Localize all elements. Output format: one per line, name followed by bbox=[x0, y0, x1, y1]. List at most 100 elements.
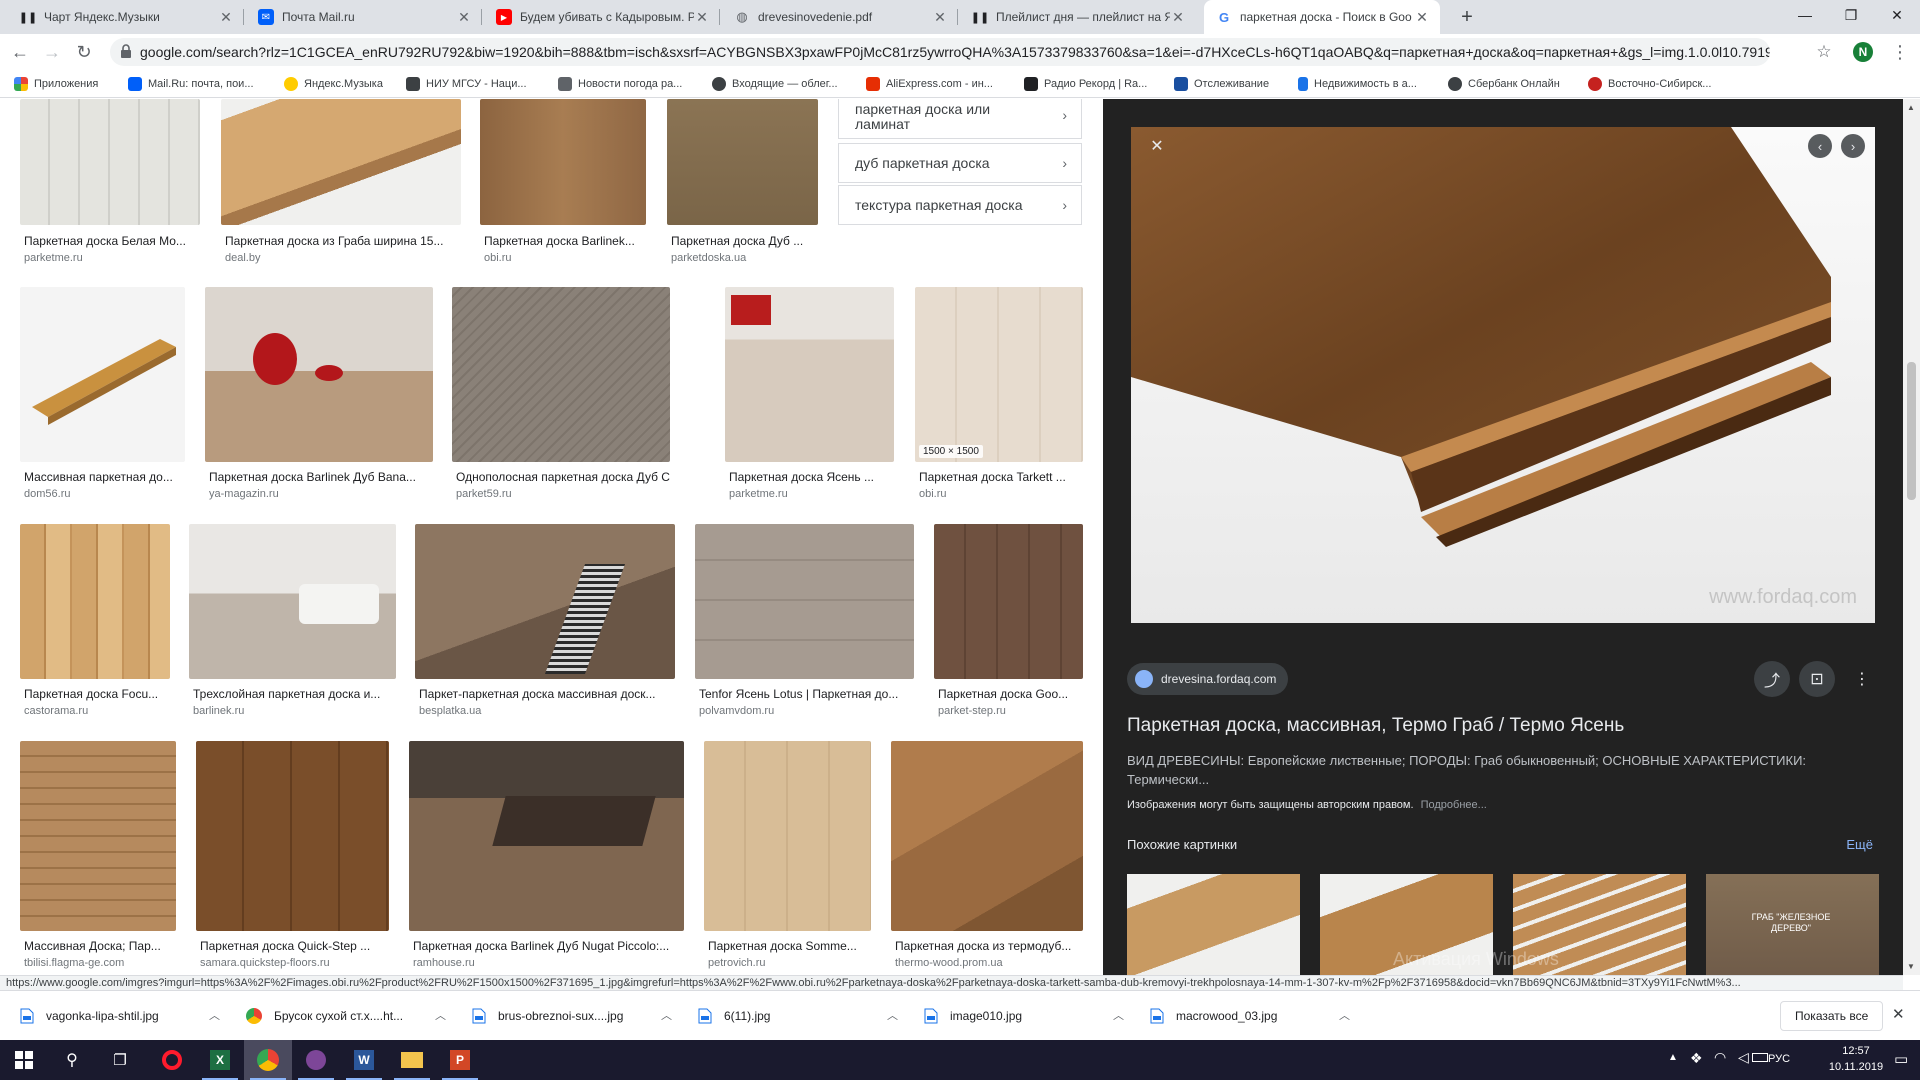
result-thumbnail[interactable] bbox=[196, 741, 389, 931]
result-card[interactable]: Паркетная доска Дуб ... parketdoska.ua bbox=[667, 99, 818, 269]
bookmark-aliexpress[interactable]: AliExpress.com - ин... bbox=[866, 70, 993, 98]
scroll-up-icon[interactable]: ▲ bbox=[1907, 103, 1915, 112]
result-card[interactable]: Паркетная доска Focu... castorama.ru bbox=[20, 524, 170, 717]
result-card[interactable]: Паркетная доска Somme... petrovich.ru bbox=[704, 741, 871, 971]
preview-image[interactable]: www.fordaq.com bbox=[1131, 127, 1875, 623]
close-icon[interactable]: ✕ bbox=[694, 9, 710, 26]
next-image-icon[interactable]: › bbox=[1841, 134, 1865, 158]
tray-overflow-icon[interactable]: ▲ bbox=[1668, 1052, 1678, 1063]
result-caption[interactable]: Паркетная доска Barlinek Дуб Nugat Picco… bbox=[413, 939, 684, 953]
word-icon[interactable]: W bbox=[340, 1040, 388, 1080]
save-bookmark-icon[interactable]: ⊡ bbox=[1799, 661, 1835, 697]
chevron-up-icon[interactable]: ︿ bbox=[1339, 1007, 1350, 1023]
download-item[interactable]: brus-obreznoi-sux....jpg ︿ bbox=[472, 1001, 672, 1031]
result-card[interactable]: Паркетная доска Barlinek Дуб Nugat Picco… bbox=[409, 741, 684, 971]
result-card[interactable]: 1500 × 1500 Паркетная доска Tarkett ... … bbox=[915, 287, 1083, 507]
result-card[interactable]: Паркетная доска Goo... parket-step.ru bbox=[934, 524, 1083, 717]
result-caption[interactable]: Паркетная доска Goo... bbox=[938, 687, 1083, 701]
related-image[interactable]: ГРАБ "ЖЕЛЕЗНОЕ ДЕРЕВО" bbox=[1706, 874, 1879, 975]
more-options-icon[interactable]: ⋮ bbox=[1844, 661, 1880, 697]
close-icon[interactable]: ✕ bbox=[932, 9, 948, 26]
tab-google-search[interactable]: G паркетная доска - Поиск в Goo ✕ bbox=[1204, 0, 1440, 34]
result-thumbnail[interactable] bbox=[667, 99, 818, 225]
result-thumbnail[interactable] bbox=[725, 287, 894, 462]
result-thumbnail[interactable] bbox=[221, 99, 461, 225]
powerpoint-icon[interactable]: P bbox=[436, 1040, 484, 1080]
bookmark-inbox[interactable]: Входящие — облег... bbox=[712, 70, 838, 98]
back-icon[interactable]: ← bbox=[8, 40, 32, 64]
notifications-icon[interactable]: ▭ bbox=[1894, 1050, 1908, 1068]
result-caption[interactable]: Паркетная доска из Граба ширина 15... bbox=[225, 234, 461, 248]
result-card[interactable]: Паркетная доска из термодуб... thermo-wo… bbox=[891, 741, 1083, 971]
scroll-down-icon[interactable]: ▼ bbox=[1907, 962, 1915, 971]
bookmark-news[interactable]: Новости погода ра... bbox=[558, 70, 682, 98]
chevron-up-icon[interactable]: ︿ bbox=[209, 1007, 220, 1023]
preview-title[interactable]: Паркетная доска, массивная, Термо Граб /… bbox=[1127, 715, 1624, 737]
result-thumbnail[interactable] bbox=[704, 741, 871, 931]
close-window-icon[interactable]: ✕ bbox=[1874, 0, 1920, 30]
file-explorer-icon[interactable] bbox=[388, 1040, 436, 1080]
bookmark-yandex-music[interactable]: Яндекс.Музыка bbox=[284, 70, 383, 98]
result-thumbnail[interactable] bbox=[452, 287, 670, 462]
download-item[interactable]: Брусок сухой ст.х....ht... ︿ bbox=[246, 1001, 446, 1031]
restore-icon[interactable]: ❐ bbox=[1828, 0, 1874, 30]
result-thumbnail[interactable] bbox=[415, 524, 675, 679]
excel-icon[interactable]: X bbox=[196, 1040, 244, 1080]
result-caption[interactable]: Паркетная доска Barlinek... bbox=[484, 234, 646, 248]
result-caption[interactable]: Паркетная доска Tarkett ... bbox=[919, 470, 1083, 484]
result-thumbnail[interactable]: 1500 × 1500 bbox=[915, 287, 1083, 462]
menu-dots-icon[interactable]: ⋮ bbox=[1888, 40, 1912, 64]
result-caption[interactable]: Трехслойная паркетная доска и... bbox=[193, 687, 396, 701]
result-thumbnail[interactable] bbox=[695, 524, 914, 679]
result-card[interactable]: Паркетная доска Белая Мо... parketme.ru bbox=[20, 99, 200, 269]
windows-start-icon[interactable] bbox=[0, 1040, 48, 1080]
new-tab-button[interactable]: + bbox=[1450, 0, 1484, 34]
tor-browser-icon[interactable] bbox=[292, 1040, 340, 1080]
chevron-up-icon[interactable]: ︿ bbox=[661, 1007, 672, 1023]
result-card[interactable]: Паркетная доска из Граба ширина 15... de… bbox=[221, 99, 461, 269]
source-chip[interactable]: drevesina.fordaq.com bbox=[1127, 663, 1289, 695]
close-icon[interactable]: ✕ bbox=[456, 9, 472, 26]
result-card[interactable]: Tenfor Ясень Lotus | Паркетная до... pol… bbox=[695, 524, 914, 717]
tab-playlist[interactable]: ❚❚ Плейлист дня — плейлист на Я ✕ bbox=[960, 0, 1196, 34]
share-icon[interactable]: ⤴ bbox=[1754, 661, 1790, 697]
result-thumbnail[interactable] bbox=[480, 99, 646, 225]
tab-pdf[interactable]: ◍ drevesinovedenie.pdf ✕ bbox=[722, 0, 958, 34]
reload-icon[interactable]: ↻ bbox=[72, 40, 96, 64]
chrome-icon[interactable] bbox=[244, 1040, 292, 1080]
result-caption[interactable]: Паркетная доска Quick-Step ... bbox=[200, 939, 389, 953]
clock-date[interactable]: 10.11.2019 bbox=[1826, 1061, 1886, 1073]
result-caption[interactable]: Однополосная паркетная доска Дуб Ск... bbox=[456, 470, 670, 484]
search-icon[interactable]: ⚲ bbox=[48, 1040, 96, 1080]
vertical-scrollbar[interactable]: ▲ ▼ bbox=[1903, 99, 1920, 975]
bookmark-mailru[interactable]: Mail.Ru: почта, пои... bbox=[128, 70, 254, 98]
task-view-icon[interactable]: ❐ bbox=[96, 1040, 144, 1080]
result-thumbnail[interactable] bbox=[409, 741, 684, 931]
bookmark-mgsu[interactable]: НИУ МГСУ - Наци... bbox=[406, 70, 527, 98]
result-card[interactable]: Паркетная доска Barlinek... obi.ru bbox=[480, 99, 646, 269]
result-thumbnail[interactable] bbox=[20, 524, 170, 679]
chevron-up-icon[interactable]: ︿ bbox=[1113, 1007, 1124, 1023]
related-images-more[interactable]: Ещё bbox=[1846, 837, 1873, 852]
result-card[interactable]: Паркет-паркетная доска массивная доск...… bbox=[415, 524, 675, 717]
forward-icon[interactable]: → bbox=[40, 40, 64, 64]
result-card[interactable]: Паркетная доска Barlinek Дуб Bana... ya-… bbox=[205, 287, 433, 507]
address-bar[interactable]: google.com/search?rlz=1C1GCEA_enRU792RU7… bbox=[110, 38, 1770, 66]
tab-yandex-music-chart[interactable]: ❚❚ Чарт Яндекс.Музыки ✕ bbox=[8, 0, 244, 34]
result-caption[interactable]: Паркет-паркетная доска массивная доск... bbox=[419, 687, 675, 701]
profile-avatar[interactable]: N bbox=[1853, 42, 1873, 62]
chevron-up-icon[interactable]: ︿ bbox=[887, 1007, 898, 1023]
result-caption[interactable]: Паркетная доска Focu... bbox=[24, 687, 170, 701]
previous-image-icon[interactable]: ‹ bbox=[1808, 134, 1832, 158]
keyboard-language[interactable]: РУС bbox=[1768, 1053, 1790, 1065]
result-card[interactable]: Массивная паркетная до... dom56.ru bbox=[20, 287, 185, 507]
result-thumbnail[interactable] bbox=[891, 741, 1083, 931]
show-all-downloads-button[interactable]: Показать все bbox=[1780, 1001, 1884, 1031]
result-card[interactable]: Паркетная доска Quick-Step ... samara.qu… bbox=[196, 741, 389, 971]
close-icon[interactable]: ✕ bbox=[1170, 9, 1186, 26]
download-item[interactable]: macrowood_03.jpg ︿ bbox=[1150, 1001, 1350, 1031]
more-info-link[interactable]: Подробнее... bbox=[1421, 799, 1487, 811]
result-thumbnail[interactable] bbox=[20, 99, 200, 225]
wifi-icon[interactable]: ◠ bbox=[1714, 1049, 1726, 1066]
bookmark-east-siberian[interactable]: Восточно-Сибирск... bbox=[1588, 70, 1711, 98]
